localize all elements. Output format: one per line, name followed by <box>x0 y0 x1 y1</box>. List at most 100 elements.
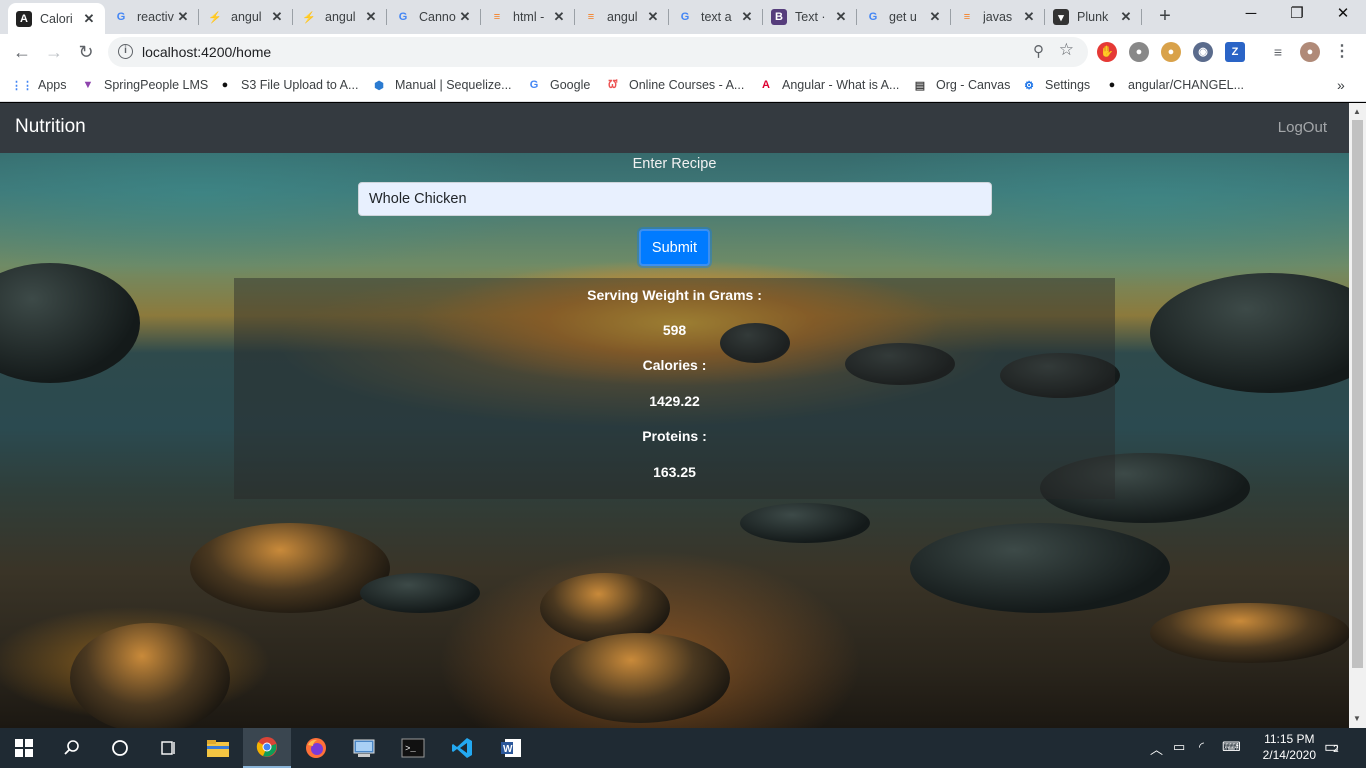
close-tab-icon[interactable]: ✕ <box>457 9 473 25</box>
address-bar[interactable]: i localhost:4200/home ⚲ ☆ <box>108 37 1088 67</box>
close-tab-icon[interactable]: ✕ <box>551 9 567 25</box>
tab-label: html - <box>513 10 545 24</box>
browser-tab[interactable]: ≡ javas ✕ <box>951 0 1045 34</box>
url-text[interactable]: localhost:4200/home <box>142 44 271 60</box>
logout-link[interactable]: LogOut <box>1278 119 1327 136</box>
browser-menu-icon[interactable]: ⋮ <box>1332 42 1352 62</box>
bookmark-item[interactable]: A Angular - What is A... <box>758 77 899 93</box>
tab-label: Text · <box>795 10 826 24</box>
svg-text:>_: >_ <box>405 744 416 754</box>
bookmark-label: angular/CHANGEL... <box>1128 78 1245 92</box>
browser-tab[interactable]: B Text · ✕ <box>763 0 857 34</box>
search-icon[interactable] <box>48 728 96 768</box>
scrollbar-thumb[interactable] <box>1352 120 1363 668</box>
stackblitz-icon: ⚡ <box>208 11 222 24</box>
angular-icon: A <box>16 10 32 27</box>
browser-tab[interactable]: G reactiv ✕ <box>105 0 199 34</box>
network-app-icon[interactable] <box>340 728 388 768</box>
extension-circle-icon[interactable]: ● <box>1129 42 1149 62</box>
bookmark-item[interactable]: G Google <box>526 77 591 93</box>
vscode-icon[interactable] <box>438 728 486 768</box>
notification-center-icon[interactable]: ▭2 <box>1324 737 1339 757</box>
browser-tab[interactable]: ⚡ angul ✕ <box>293 0 387 34</box>
close-tab-icon[interactable]: ✕ <box>363 9 379 25</box>
close-tab-icon[interactable]: ✕ <box>269 9 285 25</box>
bookmarks-overflow-icon[interactable]: » <box>1337 77 1345 93</box>
app-navbar: Nutrition LogOut <box>0 103 1349 153</box>
recipe-input[interactable] <box>358 182 992 216</box>
bookmark-item[interactable]: ⋮⋮ Apps <box>11 77 67 93</box>
cortana-icon[interactable] <box>96 728 144 768</box>
wifi-icon[interactable]: ◜ <box>1199 739 1204 755</box>
bookmark-item[interactable]: ▼ SpringPeople LMS <box>80 77 209 93</box>
submit-button[interactable]: Submit <box>639 229 710 266</box>
scroll-up-icon[interactable]: ▲ <box>1353 107 1361 116</box>
bookmark-item[interactable]: ⚙ Settings <box>1021 77 1090 93</box>
bookmark-item[interactable]: ● S3 File Upload to A... <box>217 77 359 93</box>
browser-tab[interactable]: ⚡ angul ✕ <box>199 0 293 34</box>
profile-avatar[interactable]: ● <box>1300 42 1320 62</box>
media-control-icon[interactable]: ≡ <box>1268 42 1288 62</box>
close-tab-icon[interactable]: ✕ <box>739 9 755 25</box>
minimize-window-button[interactable]: ─ <box>1228 0 1274 30</box>
zotero-extension-icon[interactable]: Z <box>1225 42 1245 62</box>
close-window-button[interactable]: ✕ <box>1320 0 1366 30</box>
sequelize-icon: ⬢ <box>374 79 384 92</box>
bookmark-label: Online Courses - A... <box>629 78 745 92</box>
windows-taskbar: >_ W ︿ ▭ ◜ ⌨ 11:15 PM 2/14/2020 ▭2 <box>0 728 1366 768</box>
close-tab-icon[interactable]: ✕ <box>645 9 661 25</box>
new-tab-button[interactable]: + <box>1154 5 1176 27</box>
browser-tab[interactable]: ▾ Plunk ✕ <box>1045 0 1142 34</box>
close-tab-icon[interactable]: ✕ <box>927 9 943 25</box>
adblock-extension-icon[interactable]: ✋ <box>1097 42 1117 62</box>
close-tab-icon[interactable]: ✕ <box>175 9 191 25</box>
close-tab-icon[interactable]: ✕ <box>81 11 97 27</box>
forward-button[interactable]: → <box>42 40 66 64</box>
site-info-icon[interactable]: i <box>118 44 133 59</box>
background-rock <box>360 573 480 613</box>
bookmark-item[interactable]: ᘺ Online Courses - A... <box>605 77 744 93</box>
browser-tab[interactable]: ≡ angul ✕ <box>575 0 669 34</box>
bookmark-item[interactable]: ▤ Org - Canvas <box>912 77 1011 93</box>
chrome-taskbar-icon[interactable] <box>243 728 291 768</box>
back-button[interactable]: ← <box>10 40 34 64</box>
page-scrollbar[interactable]: ▲ ▼ <box>1349 103 1366 728</box>
close-tab-icon[interactable]: ✕ <box>1021 9 1037 25</box>
background-rock <box>740 503 870 543</box>
keyboard-icon[interactable]: ⌨ <box>1222 739 1241 755</box>
browser-tab[interactable]: G get u ✕ <box>857 0 951 34</box>
browser-tab-strip: A Calori ✕ G reactiv ✕ ⚡ angul ✕ ⚡ angul… <box>0 0 1366 34</box>
system-clock[interactable]: 11:15 PM 2/14/2020 <box>1263 731 1316 763</box>
nutrition-results-panel: Serving Weight in Grams : 598 Calories :… <box>234 278 1115 499</box>
udemy-icon: ᘺ <box>608 78 618 91</box>
terminal-icon[interactable]: >_ <box>389 728 437 768</box>
bookmark-star-icon[interactable]: ☆ <box>1059 40 1074 60</box>
zoom-icon[interactable]: ⚲ <box>1033 42 1044 60</box>
firefox-icon[interactable] <box>292 728 340 768</box>
notification-count: 2 <box>1333 744 1339 755</box>
navbar-brand[interactable]: Nutrition <box>15 116 86 138</box>
file-explorer-icon[interactable] <box>194 728 242 768</box>
scroll-down-icon[interactable]: ▼ <box>1353 714 1361 723</box>
browser-tab[interactable]: G Canno ✕ <box>387 0 481 34</box>
google-icon: G <box>529 79 539 91</box>
extension-eye-icon[interactable]: ◉ <box>1193 42 1213 62</box>
background-rock <box>550 633 730 723</box>
restore-window-button[interactable]: ❐ <box>1274 0 1320 30</box>
close-tab-icon[interactable]: ✕ <box>833 9 849 25</box>
browser-tab[interactable]: G text a ✕ <box>669 0 763 34</box>
battery-icon[interactable]: ▭ <box>1173 739 1185 755</box>
windows-start-icon[interactable] <box>0 728 48 768</box>
browser-tab[interactable]: A Calori ✕ <box>8 3 105 34</box>
cookie-extension-icon[interactable]: ● <box>1161 42 1181 62</box>
show-hidden-icons-icon[interactable]: ︿ <box>1150 739 1163 758</box>
word-icon[interactable]: W <box>487 728 535 768</box>
google-icon: G <box>868 11 878 23</box>
bootstrap-icon: B <box>771 9 787 25</box>
bookmark-item[interactable]: ● angular/CHANGEL... <box>1104 77 1244 93</box>
bookmark-item[interactable]: ⬢ Manual | Sequelize... <box>371 77 511 93</box>
task-view-icon[interactable] <box>144 728 192 768</box>
browser-tab[interactable]: ≡ html - ✕ <box>481 0 575 34</box>
close-tab-icon[interactable]: ✕ <box>1118 9 1134 25</box>
reload-button[interactable]: ↻ <box>74 40 98 64</box>
